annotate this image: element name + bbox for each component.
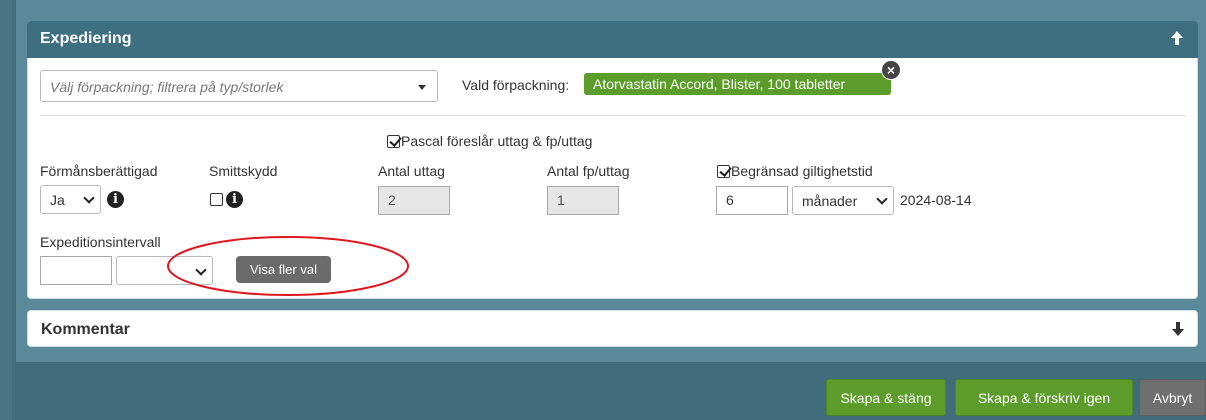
intervall-label: Expeditionsintervall (40, 234, 161, 250)
smittskydd-label: Smittskydd (209, 163, 278, 179)
antal-uttag-field: 2 (378, 186, 450, 215)
skapa-forskriv-button[interactable]: Skapa & förskriv igen (955, 379, 1133, 416)
left-strip (0, 0, 12, 420)
antal-fp-field: 1 (547, 186, 619, 215)
giltighet-date: 2024-08-14 (900, 192, 972, 208)
vald-forpackning-label: Vald förpackning: (462, 77, 570, 93)
pascal-label: Pascal föreslår uttag & fp/uttag (401, 133, 593, 149)
giltighet-field[interactable]: 6 (716, 186, 788, 215)
chevron-down-icon (876, 193, 888, 205)
formans-label: Förmånsberättigad (40, 163, 158, 179)
formans-value: Ja (50, 192, 65, 208)
antal-fp-label: Antal fp/uttag (547, 163, 630, 179)
info-icon[interactable]: i (107, 191, 124, 208)
checkmark-icon (389, 134, 402, 147)
checkmark-icon (719, 164, 732, 177)
pascal-checkbox[interactable] (387, 134, 402, 148)
formans-select[interactable]: Ja (40, 185, 101, 214)
giltighet-unit-value: månader (802, 193, 858, 209)
begransad-label: Begränsad giltighetstid (731, 163, 873, 179)
kommentar-panel[interactable]: Kommentar (27, 310, 1198, 347)
package-select[interactable]: Välj förpackning; filtrera på typ/storle… (40, 70, 438, 102)
expediering-header[interactable]: Expediering (27, 21, 1198, 58)
selected-package-tag: Atorvastatin Accord, Blister, 100 tablet… (584, 73, 891, 95)
intervall-field[interactable] (40, 256, 112, 285)
begransad-checkbox[interactable] (717, 164, 732, 178)
arrow-up-icon[interactable] (1170, 30, 1184, 46)
package-detail: , Blister, 100 tabletter (713, 76, 846, 92)
annotation-ellipse (167, 236, 409, 296)
expediering-title: Expediering (40, 30, 132, 47)
skapa-stang-button[interactable]: Skapa & stäng (826, 379, 946, 416)
arrow-down-icon[interactable] (1172, 322, 1184, 336)
chevron-down-icon (83, 192, 95, 204)
divider (40, 115, 1186, 116)
package-name: Atorvastatin Accord (593, 76, 714, 92)
info-icon[interactable]: i (226, 191, 243, 208)
package-select-placeholder: Välj förpackning; filtrera på typ/storle… (50, 79, 284, 95)
avbryt-button[interactable]: Avbryt (1139, 379, 1206, 416)
kommentar-title: Kommentar (41, 321, 130, 338)
antal-uttag-label: Antal uttag (378, 163, 445, 179)
caret-down-icon (418, 85, 426, 90)
giltighet-unit-select[interactable]: månader (792, 186, 894, 215)
smittskydd-checkbox[interactable] (210, 193, 223, 206)
close-icon[interactable]: × (881, 60, 901, 80)
